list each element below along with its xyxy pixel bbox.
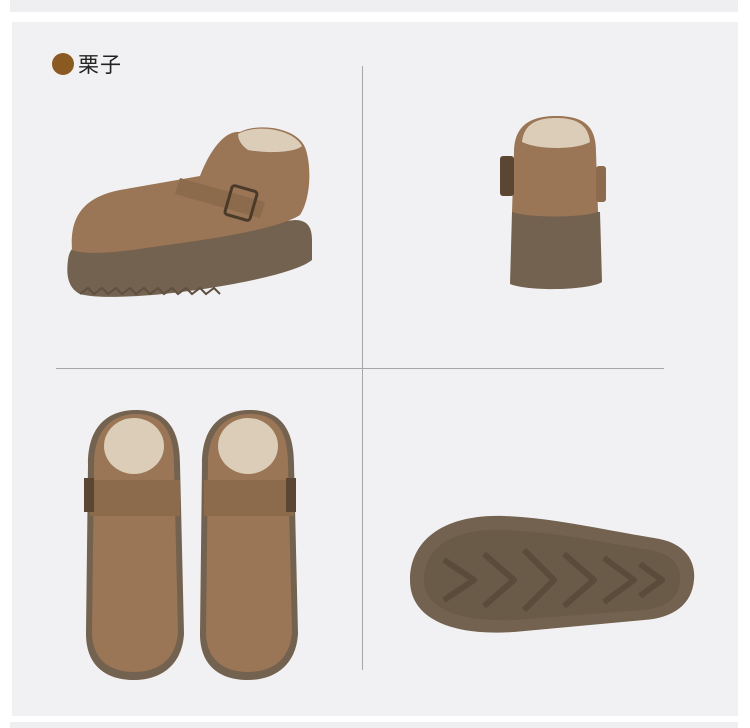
shoe-side-view-photo bbox=[67, 127, 312, 297]
product-gallery-panel: 栗子 bbox=[12, 22, 738, 716]
bottom-divider-band bbox=[10, 722, 738, 728]
color-name: 栗子 bbox=[78, 53, 122, 77]
shoe-pair-top-view-photo bbox=[84, 410, 298, 680]
color-swatch bbox=[52, 53, 74, 75]
horizontal-divider bbox=[56, 368, 664, 369]
color-variant-label: 栗子 bbox=[52, 52, 122, 77]
shoe-back-view-photo bbox=[500, 116, 606, 290]
top-divider-band bbox=[10, 0, 738, 12]
shoe-sole-view-photo bbox=[410, 515, 695, 633]
